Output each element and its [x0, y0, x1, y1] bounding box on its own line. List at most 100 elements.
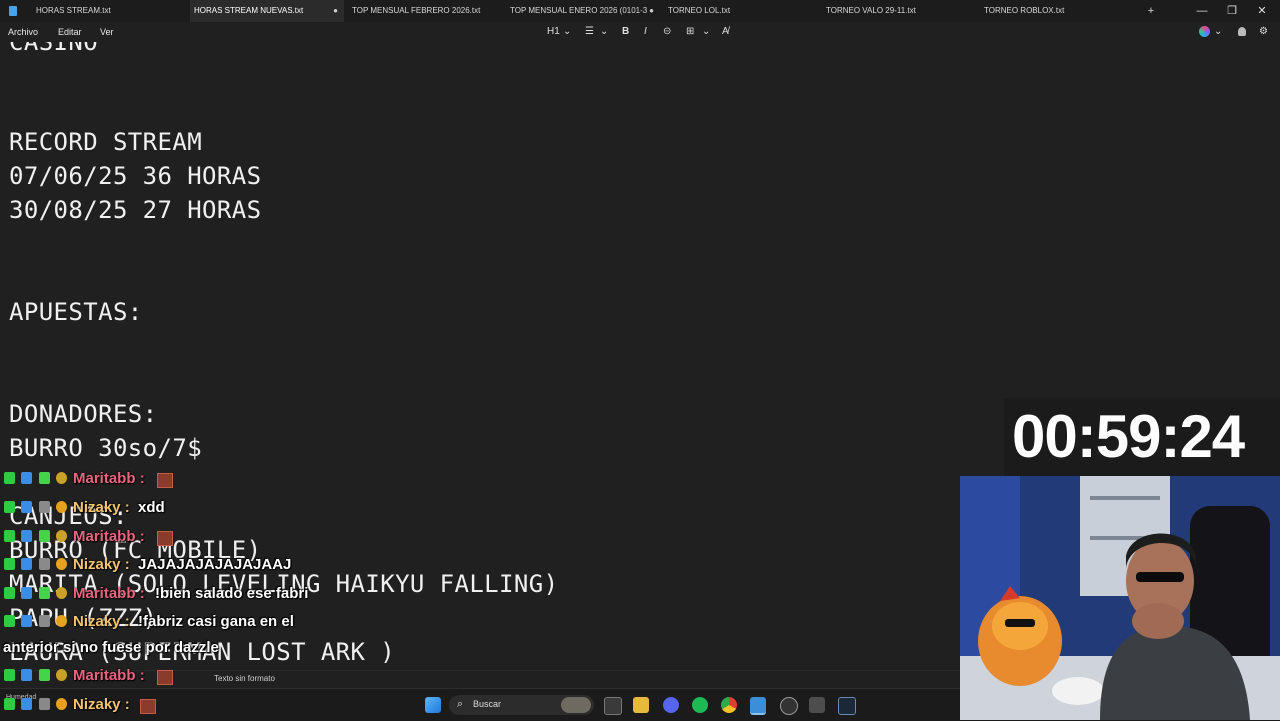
tab-torneo-valo[interactable]: TORNEO VALO 29-11.txt: [820, 0, 976, 22]
chat-message: Maritabb :: [0, 665, 420, 689]
webcam-feed: [960, 476, 1280, 720]
chrome-icon[interactable]: [721, 697, 737, 713]
chat-message-continuation: anterior si no fuese por dazzle: [0, 637, 420, 661]
tab-top-mensual-enero[interactable]: TOP MENSUAL ENERO 2026 (0101-3 ●: [504, 0, 660, 22]
clear-formatting-icon[interactable]: A̸: [722, 24, 729, 40]
wolf-badge-icon: [38, 501, 50, 513]
gift-badge-icon: [38, 530, 50, 542]
windows-start-icon[interactable]: [425, 697, 441, 713]
list-icon[interactable]: ☰: [585, 24, 594, 40]
chat-badges: [4, 530, 69, 544]
chevron-down-icon[interactable]: ⌄: [1214, 24, 1222, 40]
tab-label: HORAS STREAM.txt: [36, 6, 111, 15]
chevron-down-icon[interactable]: ⌄: [702, 24, 710, 40]
tab-horas-stream[interactable]: HORAS STREAM.txt: [0, 0, 190, 22]
minimize-button[interactable]: —: [1187, 0, 1217, 22]
taskbar-search[interactable]: ⌕ Buscar: [449, 695, 594, 715]
chat-badges: [4, 669, 69, 683]
spotify-icon[interactable]: [692, 697, 708, 713]
chat-message: Maritabb : !bien salado ese fabri: [0, 583, 420, 607]
settings-icon[interactable]: ⚙: [1259, 24, 1268, 40]
webcam-image: [960, 476, 1280, 720]
tab-top-mensual-febrero[interactable]: TOP MENSUAL FEBRERO 2026.txt: [346, 0, 502, 22]
chat-text: !bien salado ese fabri: [155, 585, 309, 602]
editor-line: RECORD STREAM: [9, 128, 203, 156]
kick-badge-icon: [4, 530, 15, 542]
sub-badge-icon: [21, 615, 33, 627]
sub-badge-icon: [21, 587, 33, 599]
tab-torneo-roblox[interactable]: TORNEO ROBLOX.txt: [978, 0, 1134, 22]
sub-badge-icon: [21, 558, 33, 570]
search-placeholder: Buscar: [473, 699, 502, 709]
crown-badge-icon: [56, 587, 68, 599]
tab-horas-stream-nuevas[interactable]: HORAS STREAM NUEVAS.txt ●: [190, 0, 344, 22]
chat-badges: [4, 558, 69, 572]
heading-button[interactable]: H1: [547, 24, 560, 40]
tab-torneo-lol[interactable]: TORNEO LOL.txt: [662, 0, 818, 22]
chat-message: Maritabb :: [0, 468, 420, 492]
kick-badge-icon: [4, 472, 15, 484]
chat-badges: [4, 698, 69, 712]
editor-line: DONADORES:: [9, 400, 158, 428]
copilot-icon[interactable]: [1199, 26, 1210, 37]
chat-username: Nizaky :: [73, 696, 130, 713]
tab-label: TORNEO VALO 29-11.txt: [826, 6, 916, 15]
chat-text: anterior si no fuese por dazzle: [3, 639, 219, 656]
profile-icon[interactable]: [1238, 27, 1246, 36]
gift-badge-icon: [38, 587, 50, 599]
chat-username: Maritabb :: [73, 470, 145, 487]
sub-badge-icon: [21, 698, 33, 710]
menu-archivo[interactable]: Archivo: [8, 22, 38, 42]
emote-icon: [157, 531, 173, 546]
file-explorer-icon[interactable]: [633, 697, 649, 713]
unsaved-dot-icon: ●: [333, 6, 338, 15]
chevron-down-icon[interactable]: ⌄: [563, 24, 571, 40]
chat-username: Nizaky :: [73, 499, 130, 516]
chat-username: Maritabb :: [73, 585, 145, 602]
coin-badge-icon: [56, 558, 68, 570]
chat-badges: [4, 472, 69, 486]
menu-editar[interactable]: Editar: [58, 22, 82, 42]
kick-badge-icon: [4, 558, 15, 570]
tab-bar: HORAS STREAM.txt HORAS STREAM NUEVAS.txt…: [0, 0, 1280, 22]
stream-timer: 00:59:24: [1012, 403, 1245, 470]
editor-line: CASINO: [9, 42, 99, 56]
steam-icon[interactable]: [838, 697, 856, 715]
calculator-icon[interactable]: [809, 697, 825, 713]
gift-badge-icon: [38, 669, 50, 681]
italic-button[interactable]: I: [644, 24, 647, 40]
emote-icon: [157, 670, 173, 685]
discord-icon[interactable]: [663, 697, 679, 713]
coin-badge-icon: [56, 698, 68, 710]
crown-badge-icon: [56, 669, 68, 681]
tab-label: TORNEO ROBLOX.txt: [984, 6, 1065, 15]
menu-ver[interactable]: Ver: [100, 22, 114, 42]
link-icon[interactable]: ⊝: [663, 24, 671, 40]
maximize-button[interactable]: ❐: [1217, 0, 1247, 22]
table-icon[interactable]: ⊞: [686, 24, 694, 40]
sub-badge-icon: [21, 669, 33, 681]
chat-username: Maritabb :: [73, 528, 145, 545]
wolf-badge-icon: [38, 698, 50, 710]
new-tab-button[interactable]: +: [1136, 0, 1166, 22]
unsaved-dot-icon: ●: [649, 6, 654, 15]
editor-line: APUESTAS:: [9, 298, 143, 326]
tab-label: TOP MENSUAL ENERO 2026 (0101-3: [510, 6, 648, 15]
crown-badge-icon: [56, 530, 68, 542]
bold-button[interactable]: B: [622, 24, 629, 40]
tab-label: TOP MENSUAL FEBRERO 2026.txt: [352, 6, 481, 15]
kick-badge-icon: [4, 501, 15, 513]
crown-badge-icon: [56, 472, 68, 484]
chat-username: Nizaky :: [73, 613, 130, 630]
chat-text: xdd: [138, 499, 165, 516]
sub-badge-icon: [21, 472, 33, 484]
chevron-down-icon[interactable]: ⌄: [600, 24, 608, 40]
close-button[interactable]: ✕: [1247, 0, 1277, 22]
coin-badge-icon: [56, 615, 68, 627]
coin-badge-icon: [56, 501, 68, 513]
notepad-icon[interactable]: [750, 697, 766, 715]
tab-label: TORNEO LOL.txt: [668, 6, 731, 15]
task-view-icon[interactable]: [604, 697, 622, 715]
kick-badge-icon: [4, 587, 15, 599]
obs-icon[interactable]: [780, 697, 798, 715]
